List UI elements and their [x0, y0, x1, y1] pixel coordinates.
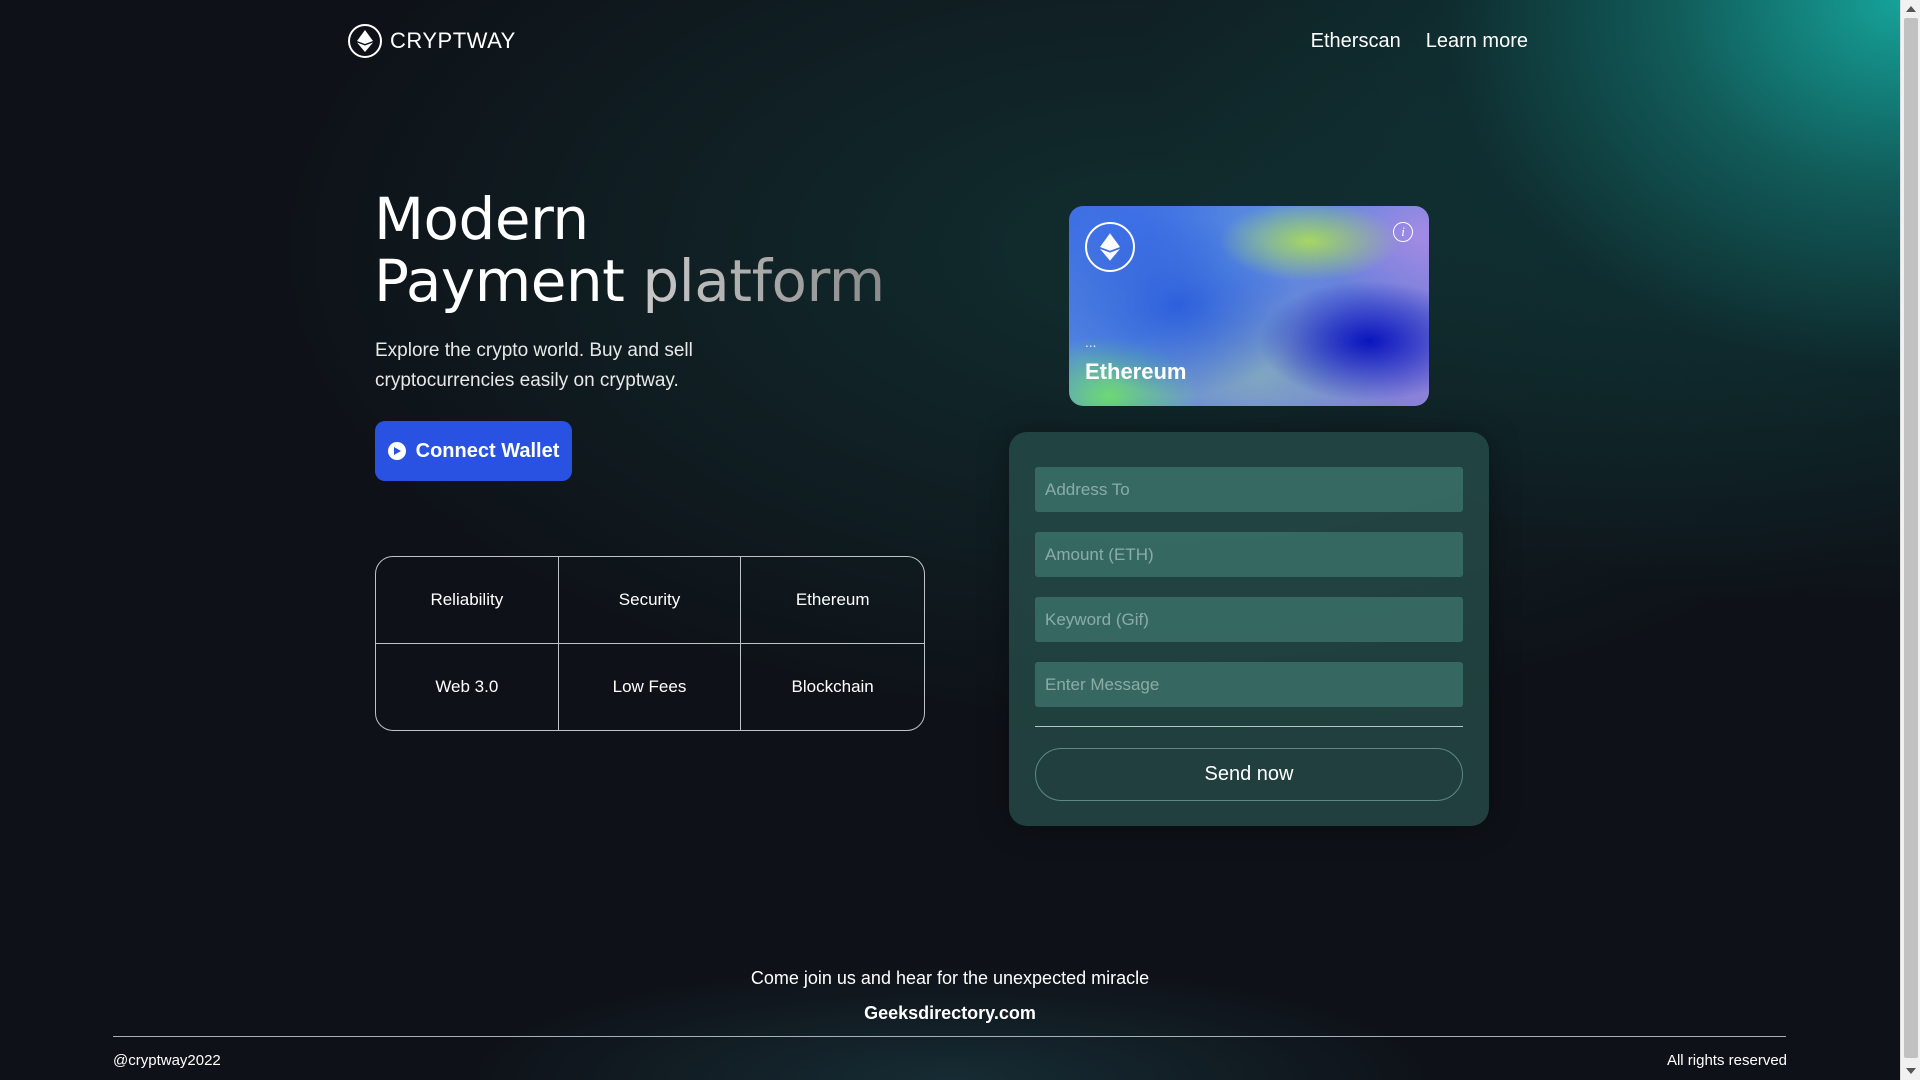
info-icon[interactable]: i [1393, 222, 1413, 242]
footer-rights: All rights reserved [1666, 1052, 1787, 1069]
footer-site-link[interactable]: Geeksdirectory.com [0, 1003, 1900, 1024]
feature-reliability: Reliability [376, 557, 559, 644]
hero-title-line2b: platform [642, 247, 885, 315]
features-grid: Reliability Security Ethereum Web 3.0 Lo… [375, 556, 925, 731]
page-background [0, 0, 1900, 1080]
send-form: Send now [1009, 432, 1489, 826]
nav-link-etherscan[interactable]: Etherscan [1311, 30, 1401, 53]
hero-subtitle: Explore the crypto world. Buy and sell c… [375, 340, 693, 391]
feature-web3: Web 3.0 [376, 643, 559, 730]
form-divider [1035, 726, 1463, 727]
nav-link-learn-more[interactable]: Learn more [1426, 30, 1528, 53]
footer-tagline: Come join us and hear for the unexpected… [750, 968, 1150, 988]
brand-name: CRYPTWAY [390, 28, 516, 53]
feature-ethereum: Ethereum [741, 557, 924, 644]
connect-wallet-label: Connect Wallet [415, 439, 560, 462]
amount-input[interactable] [1035, 532, 1463, 577]
card-address: ... [1085, 336, 1097, 350]
ethereum-card: i ... Ethereum [1069, 206, 1429, 406]
address-to-input[interactable] [1035, 467, 1463, 512]
card-chain-name: Ethereum [1085, 359, 1187, 384]
message-input[interactable] [1035, 662, 1463, 707]
footer-handle: @cryptway2022 [113, 1052, 221, 1069]
footer-divider [113, 1036, 1786, 1037]
vertical-scrollbar[interactable] [1900, 0, 1920, 1080]
play-circle-icon [387, 442, 406, 460]
scroll-down-arrow-icon[interactable] [1906, 1068, 1916, 1074]
hero-title-line2a: Payment [374, 247, 625, 315]
ethereum-icon [348, 24, 382, 58]
feature-low-fees: Low Fees [559, 643, 742, 730]
feature-security: Security [558, 557, 742, 644]
nav-links: Etherscan Learn more [1311, 30, 1528, 53]
scroll-up-arrow-icon[interactable] [1906, 6, 1916, 12]
scrollbar-thumb[interactable] [1904, 18, 1918, 1058]
brand[interactable]: CRYPTWAY [348, 24, 516, 58]
ethereum-icon [1085, 222, 1135, 272]
feature-blockchain: Blockchain [791, 676, 874, 696]
hero-title: Modern Payment platform [374, 188, 885, 312]
connect-wallet-button[interactable]: Connect Wallet [375, 421, 572, 481]
navbar: CRYPTWAY Etherscan Learn more [348, 20, 1528, 62]
keyword-input[interactable] [1035, 597, 1463, 642]
hero-title-line1: Modern [374, 185, 589, 253]
send-now-button[interactable]: Send now [1035, 748, 1463, 801]
